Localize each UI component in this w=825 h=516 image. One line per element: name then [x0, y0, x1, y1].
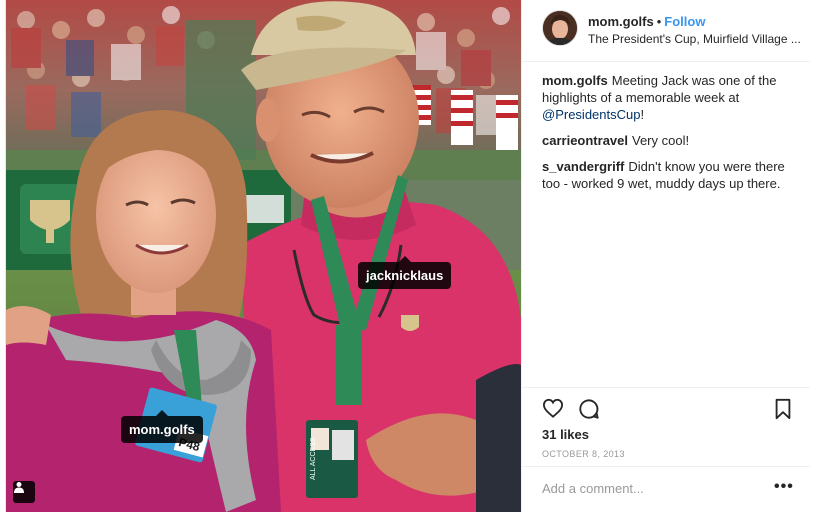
- svg-text:ALL ACCESS: ALL ACCESS: [310, 437, 317, 480]
- follow-button[interactable]: Follow: [664, 14, 705, 29]
- comment-username[interactable]: carrieontravel: [542, 133, 628, 148]
- likes-count[interactable]: 31 likes: [542, 427, 589, 442]
- list-item: carrieontravel Very cool!: [542, 132, 792, 149]
- post-photo[interactable]: ALL ACCESS P48 jacknicklaus mom.golfs: [6, 0, 521, 512]
- comment-text-tail: !: [640, 107, 645, 122]
- header-username-row: mom.golfs • Follow: [588, 14, 705, 29]
- post-date: OCTOBER 8, 2013: [542, 449, 625, 459]
- add-comment-bar: Add a comment... •••: [522, 466, 810, 512]
- comment-icon[interactable]: [578, 398, 600, 425]
- separator-dot: •: [656, 14, 662, 29]
- comment-username[interactable]: s_vandergriff: [542, 159, 624, 174]
- heart-icon[interactable]: [542, 398, 564, 423]
- mention-link[interactable]: @PresidentsCup: [542, 107, 640, 122]
- user-tag-label: mom.golfs: [129, 422, 195, 437]
- photo-illustration: ALL ACCESS P48: [6, 0, 521, 512]
- list-item: s_vandergriff Didn't know you were there …: [542, 158, 792, 192]
- user-tag-mom-golfs[interactable]: mom.golfs: [121, 410, 203, 443]
- bookmark-icon[interactable]: [773, 398, 793, 425]
- comment-username[interactable]: mom.golfs: [542, 73, 608, 88]
- post-side-panel: mom.golfs • Follow The President's Cup, Mu…: [521, 0, 810, 512]
- location-link[interactable]: The President's Cup, Muirfield Village .…: [588, 32, 801, 46]
- user-tag-jacknicklaus[interactable]: jacknicklaus: [358, 256, 452, 289]
- comments-list: mom.golfs Meeting Jack was one of the hig…: [542, 72, 792, 201]
- person-icon: [14, 482, 24, 493]
- comment-input[interactable]: Add a comment...: [542, 481, 644, 496]
- post-header: mom.golfs • Follow The President's Cup, Mu…: [522, 0, 810, 62]
- tagged-users-icon[interactable]: [13, 481, 35, 503]
- header-username[interactable]: mom.golfs: [588, 14, 654, 29]
- avatar-image: [543, 11, 577, 45]
- avatar[interactable]: [543, 11, 577, 45]
- caption-comment: mom.golfs Meeting Jack was one of the hig…: [542, 72, 792, 123]
- comment-text: Very cool!: [632, 133, 690, 148]
- post-actions: 31 likes OCTOBER 8, 2013: [522, 387, 810, 468]
- instagram-post: ALL ACCESS P48 jacknicklaus mom.golfs mo…: [5, 0, 810, 512]
- user-tag-label: jacknicklaus: [366, 268, 444, 283]
- more-options-button[interactable]: •••: [774, 478, 794, 496]
